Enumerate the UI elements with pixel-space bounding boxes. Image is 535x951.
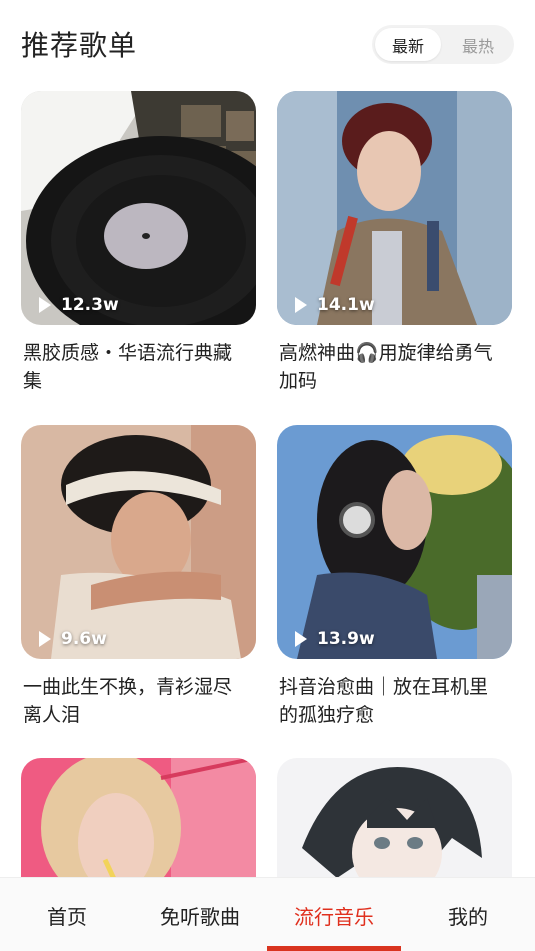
tab-home[interactable]: 首页 [0,878,134,951]
play-count: 13.9w [295,629,375,649]
girl-with-headphones-image [277,425,512,659]
playlist-title[interactable]: 黑胶质感・华语流行典藏集 [21,339,256,395]
playlist-title[interactable]: 一曲此生不换，青衫湿尽离人泪 [21,673,256,729]
playlist-title[interactable]: 抖音治愈曲｜放在耳机里的孤独疗愈 [277,673,512,729]
man-with-headband-image [21,425,256,659]
playlist-cover[interactable]: 13.9w [277,425,512,659]
playlist-cover[interactable]: 14.1w [277,91,512,325]
play-count-value: 9.6w [61,629,107,649]
tab-pop-music[interactable]: 流行音乐 [267,878,401,951]
play-count: 14.1w [295,295,375,315]
playlist-card[interactable]: 12.3w 黑胶质感・华语流行典藏集 [21,91,256,395]
tab-mine[interactable]: 我的 [401,878,535,951]
active-tab-indicator [267,946,401,951]
play-icon [39,631,51,647]
play-count-value: 13.9w [317,629,375,649]
playlist-grid: 12.3w 黑胶质感・华语流行典藏集 14.1w 高燃神曲🎧用旋律给勇气加码 9… [0,0,535,951]
singer-with-microphone-image [277,91,512,325]
playlist-card[interactable]: 9.6w 一曲此生不换，青衫湿尽离人泪 [21,425,256,729]
play-count: 9.6w [39,629,107,649]
playlist-card[interactable]: 14.1w 高燃神曲🎧用旋律给勇气加码 [277,91,512,395]
play-count: 12.3w [39,295,119,315]
play-icon [39,297,51,313]
play-icon [295,297,307,313]
playlist-title[interactable]: 高燃神曲🎧用旋律给勇气加码 [277,339,512,395]
play-icon [295,631,307,647]
play-count-value: 12.3w [61,295,119,315]
play-count-value: 14.1w [317,295,375,315]
playlist-cover[interactable]: 12.3w [21,91,256,325]
tab-free-songs[interactable]: 免听歌曲 [133,878,267,951]
playlist-cover[interactable]: 9.6w [21,425,256,659]
bottom-tab-bar: 首页 免听歌曲 流行音乐 我的 [0,877,535,951]
vinyl-record-image [21,91,256,325]
playlist-card[interactable]: 13.9w 抖音治愈曲｜放在耳机里的孤独疗愈 [277,425,512,729]
